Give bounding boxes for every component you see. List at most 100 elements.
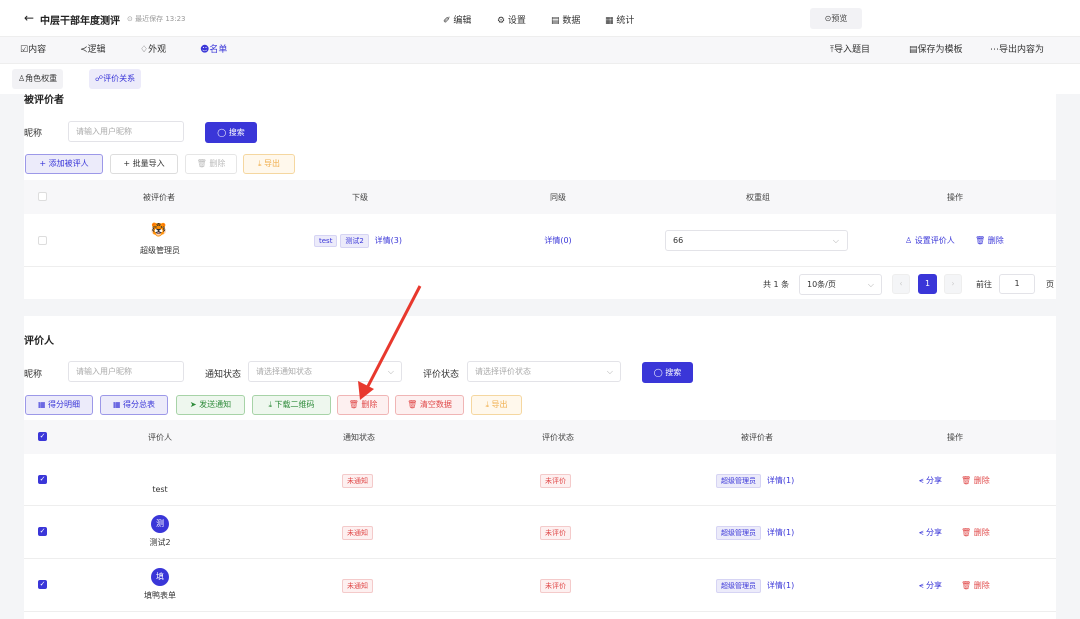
evaluator-name: 测试2: [149, 538, 171, 547]
evaluated-name: 超级管理员: [140, 246, 180, 255]
import-questions-button[interactable]: ⤒导入题目: [830, 37, 870, 64]
nav-stats[interactable]: ▦ 统计: [605, 13, 634, 26]
export-button[interactable]: ⤓ 导出: [243, 154, 295, 174]
evaluated-title: 被评价者: [24, 95, 64, 106]
delete-row-link[interactable]: 🗑 删除: [961, 580, 1001, 591]
row-checkbox[interactable]: [38, 236, 47, 245]
col-evaluator: 评价人: [148, 433, 172, 442]
share-link[interactable]: ⪪ 分享: [919, 580, 959, 591]
select-all-checkbox[interactable]: [38, 192, 47, 201]
goto-page-input[interactable]: 1: [999, 274, 1035, 294]
chevron-down-icon: ⌵: [867, 280, 874, 289]
evaluator-name: test: [152, 485, 168, 494]
score-detail-button[interactable]: ▦ 得分明细: [25, 395, 93, 415]
back-arrow-icon[interactable]: ←: [24, 11, 34, 25]
page-unit-label: 页: [1046, 280, 1054, 289]
evaluated-tag: 超级管理员: [716, 474, 761, 488]
pagination-total: 共 1 条: [763, 280, 790, 289]
preview-button[interactable]: ⊙预览: [810, 8, 862, 29]
eval-status-select[interactable]: 请选择评价状态 ⌵: [467, 361, 621, 382]
row-checkbox[interactable]: ✓: [38, 527, 47, 536]
subordinate-detail-link[interactable]: 详情(3): [375, 236, 402, 245]
evaluated-tag: 超级管理员: [716, 526, 761, 540]
export-button[interactable]: ⤓ 导出: [471, 395, 522, 415]
delete-button[interactable]: 🗑 删除: [337, 395, 389, 415]
page-size-select[interactable]: 10条/页 ⌵: [799, 274, 882, 295]
tab-logic[interactable]: ≺逻辑: [76, 37, 110, 64]
chevron-down-icon: ⌵: [832, 236, 839, 245]
nav-data[interactable]: ▤ 数据: [551, 13, 580, 26]
nick-search-input[interactable]: 请输入用户昵称: [68, 121, 184, 142]
col-weight-group: 权重组: [746, 193, 770, 202]
evaluated-detail-link[interactable]: 详情(1): [767, 581, 794, 590]
row-checkbox[interactable]: ✓: [38, 580, 47, 589]
export-content-button[interactable]: ⋯导出内容为: [990, 37, 1044, 64]
notify-status-badge: 未通知: [342, 579, 373, 593]
tab-content[interactable]: ☑内容: [16, 37, 50, 64]
delete-row-link[interactable]: 🗑 删除: [961, 527, 1001, 538]
share-link[interactable]: ⪪ 分享: [919, 475, 959, 486]
add-evaluated-button[interactable]: + 添加被评人: [25, 154, 103, 174]
delete-row-link[interactable]: 🗑 删除: [961, 475, 1001, 486]
search-button[interactable]: ◯ 搜索: [642, 362, 693, 383]
prev-page-button[interactable]: ‹: [892, 274, 910, 294]
col-evaluated: 被评价者: [143, 193, 175, 202]
avatar: 填: [151, 568, 169, 586]
col-peer: 同级: [550, 193, 566, 202]
nick-label: 昵称: [24, 370, 43, 380]
table-header: 被评价者 下级 同级 权重组 操作: [24, 180, 1056, 214]
nav-edit[interactable]: ✐ 编辑: [443, 13, 471, 26]
tab-roster[interactable]: ☻名单: [196, 37, 231, 64]
save-template-button[interactable]: ▤保存为模板: [909, 37, 963, 64]
col-eval-status: 评价状态: [542, 433, 574, 442]
notify-status-label: 通知状态: [205, 370, 242, 380]
send-notice-button[interactable]: ➤ 发送通知: [176, 395, 245, 415]
evaluated-detail-link[interactable]: 详情(1): [767, 528, 794, 537]
tab-appearance[interactable]: ♢外观: [136, 37, 170, 64]
tag-test2: 测试2: [340, 234, 369, 248]
goto-label: 前往: [976, 280, 992, 289]
set-evaluator-link[interactable]: ♙ 设置评价人: [905, 235, 965, 246]
notify-status-select[interactable]: 请选择通知状态 ⌵: [248, 361, 402, 382]
notify-status-badge: 未通知: [342, 474, 373, 488]
table-row: ✓ test 未通知 未评价 超级管理员 详情(1) ⪪ 分享 🗑 删除: [24, 454, 1056, 506]
subtab-eval-relation[interactable]: ☍评价关系: [89, 69, 142, 89]
clear-data-button[interactable]: 🗑 清空数据: [395, 395, 464, 415]
evaluated-detail-link[interactable]: 详情(1): [767, 476, 794, 485]
page-title: 中层干部年度测评: [40, 16, 120, 27]
notify-status-placeholder: 请选择通知状态: [256, 367, 312, 376]
nav-settings[interactable]: ⚙ 设置: [497, 13, 526, 26]
next-page-button[interactable]: ›: [944, 274, 962, 294]
chevron-down-icon: ⌵: [387, 367, 394, 376]
evaluators-title: 评价人: [24, 336, 54, 347]
evaluators-panel: 评价人 昵称 请输入用户昵称 通知状态 请选择通知状态 ⌵ 评价状态 请选择评价…: [24, 316, 1056, 619]
evaluated-tag: 超级管理员: [716, 579, 761, 593]
share-link[interactable]: ⪪ 分享: [919, 527, 959, 538]
row-checkbox[interactable]: ✓: [38, 475, 47, 484]
score-summary-button[interactable]: ▦ 得分总表: [100, 395, 168, 415]
search-button[interactable]: ◯ 搜索: [205, 122, 257, 143]
save-status: ⊙ 最近保存 13:23: [127, 15, 186, 23]
table-header: ✓ 评价人 通知状态 评价状态 被评价者 操作: [24, 420, 1056, 454]
content-area: 被评价者 昵称 请输入用户昵称 ◯ 搜索 + 添加被评人 + 批量导入 🗑 删除…: [0, 94, 1080, 619]
delete-button[interactable]: 🗑 删除: [185, 154, 237, 174]
eval-status-placeholder: 请选择评价状态: [475, 367, 531, 376]
peer-detail-link[interactable]: 详情(0): [533, 235, 583, 246]
page-1-button[interactable]: 1: [918, 274, 937, 294]
top-bar: ← 中层干部年度测评 ⊙ 最近保存 13:23 ✐ 编辑 ⚙ 设置 ▤ 数据 ▦…: [0, 0, 1080, 37]
weight-group-select[interactable]: 66 ⌵: [665, 230, 848, 251]
col-actions: 操作: [947, 193, 963, 202]
nick-search-input[interactable]: 请输入用户昵称: [68, 361, 184, 382]
col-evaluated: 被评价者: [741, 433, 773, 442]
tag-test: test: [314, 235, 338, 247]
evaluated-panel: 被评价者 昵称 请输入用户昵称 ◯ 搜索 + 添加被评人 + 批量导入 🗑 删除…: [24, 94, 1056, 299]
download-qrcode-button[interactable]: ⤓ 下载二维码: [252, 395, 331, 415]
eval-status-badge: 未评价: [540, 579, 571, 593]
subtab-role-weight[interactable]: ♙角色权重: [12, 69, 64, 89]
delete-row-link[interactable]: 🗑 删除: [975, 235, 1015, 246]
weight-group-value: 66: [673, 236, 684, 245]
select-all-checkbox[interactable]: ✓: [38, 432, 47, 441]
tiger-avatar-icon: 🐯: [150, 223, 168, 238]
batch-import-button[interactable]: + 批量导入: [110, 154, 178, 174]
nick-label: 昵称: [24, 129, 43, 139]
